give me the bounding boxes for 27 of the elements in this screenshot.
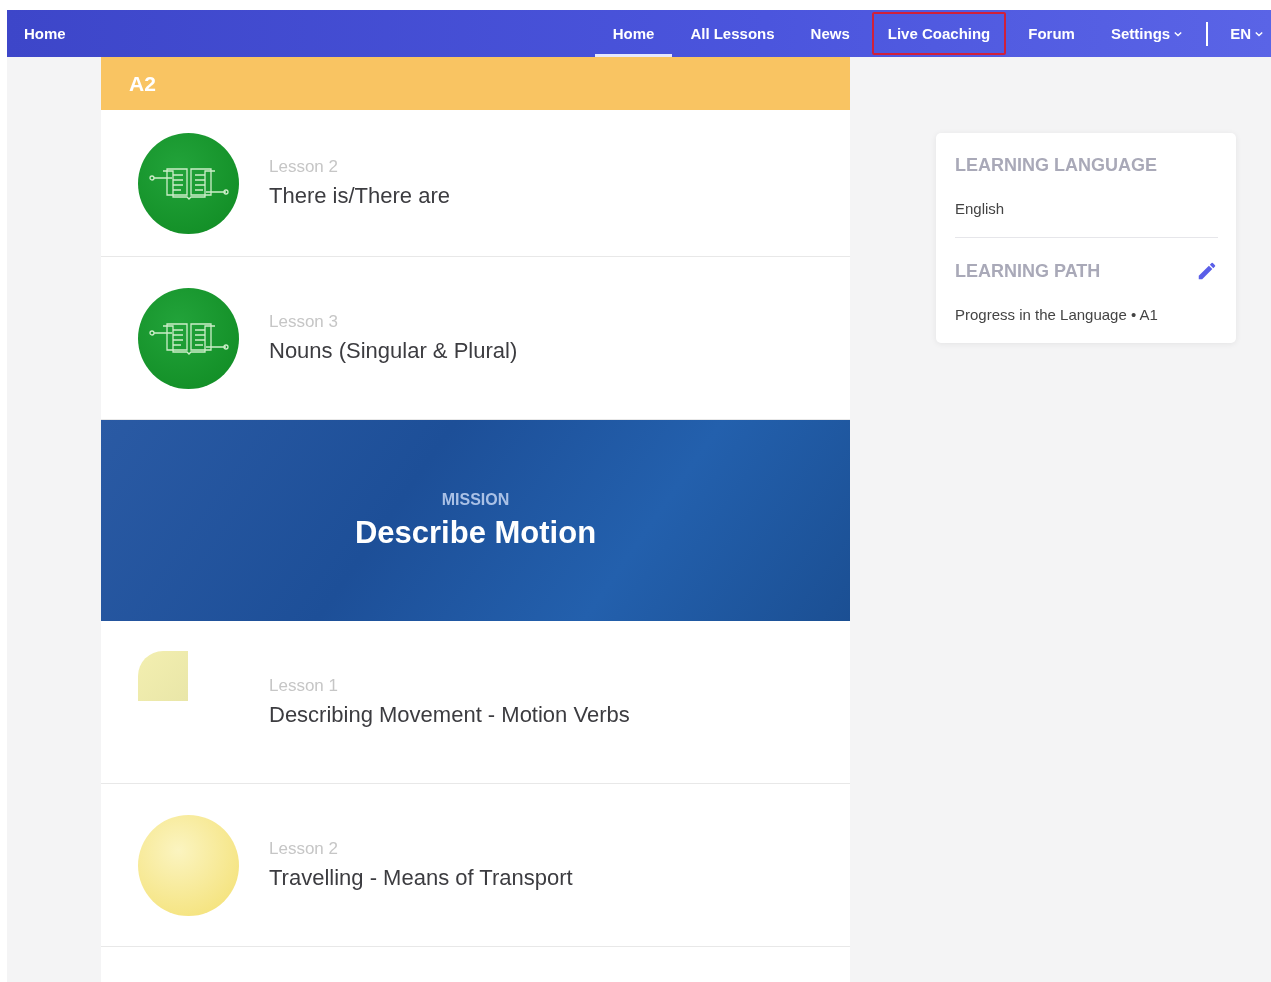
lesson-number: Lesson 2	[269, 839, 339, 859]
lesson-number: Lesson 1	[269, 676, 339, 696]
language-selector[interactable]: EN	[1214, 10, 1271, 57]
section-value: English	[955, 200, 1006, 217]
lesson-title[interactable]: There is/There are	[269, 183, 450, 209]
edit-icon[interactable]	[1196, 260, 1218, 282]
lesson-title[interactable]: Nouns (Singular & Plural)	[269, 338, 518, 364]
nav-link[interactable]: Live Coaching	[869, 10, 1009, 57]
nav-link[interactable]: News	[792, 10, 868, 57]
illustration-placeholder	[138, 651, 188, 701]
nav-link[interactable]: All Lessons	[672, 10, 793, 57]
nav-link[interactable]: Settings	[1092, 10, 1201, 57]
section-heading: LEARNING PATH	[955, 260, 1101, 282]
mission-label: MISSION	[441, 490, 510, 509]
lesson-number: Lesson 2	[269, 157, 339, 177]
lesson-title[interactable]: Describing Movement - Motion Verbs	[269, 702, 630, 728]
caret-icon	[1174, 30, 1183, 37]
section-heading: LEARNING LANGUAGE	[955, 155, 1157, 176]
lesson-number: Lesson 3	[269, 312, 339, 332]
lesson-title[interactable]: Travelling - Means of Transport	[269, 865, 573, 891]
caret-icon	[1255, 30, 1263, 37]
section-value: Progress in the Language • A1	[955, 306, 1159, 323]
mission-banner[interactable]: MISSION Describe Motion	[101, 420, 850, 621]
level-header: A2	[101, 57, 850, 110]
home-link[interactable]: Home	[24, 25, 595, 42]
mission-title: Describe Motion	[354, 514, 597, 551]
nav-link[interactable]: Forum	[1010, 10, 1093, 57]
